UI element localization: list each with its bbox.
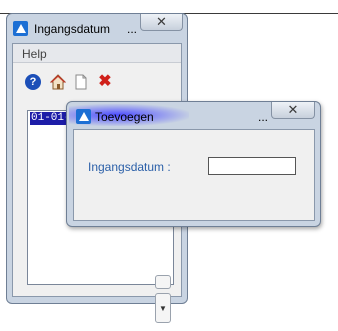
new-document-icon[interactable]	[73, 74, 89, 90]
menu-bar: Help	[13, 44, 181, 63]
toevoegen-dialog: Toevoegen ... ✕ Ingangsdatum :	[66, 101, 321, 227]
dialog-title: Toevoegen	[95, 110, 154, 124]
scroll-down-button[interactable]: ▼	[155, 293, 171, 323]
scroll-thumb[interactable]	[155, 275, 171, 289]
close-button[interactable]: ✕	[140, 14, 183, 31]
home-icon[interactable]	[50, 74, 66, 90]
app-icon	[13, 21, 28, 36]
delete-icon[interactable]: ✖	[97, 74, 113, 90]
title-overflow: ...	[258, 110, 269, 124]
menu-help[interactable]: Help	[22, 47, 47, 61]
ingangsdatum-label: Ingangsdatum :	[88, 160, 171, 174]
app-icon	[76, 109, 91, 124]
title-overflow: ...	[127, 22, 138, 36]
help-icon[interactable]: ?	[25, 74, 41, 90]
close-button[interactable]: ✕	[271, 102, 315, 119]
close-icon: ✕	[156, 14, 167, 29]
close-icon: ✕	[287, 102, 299, 117]
scroll-down-icon: ▼	[159, 304, 167, 313]
dialog-panel: Ingangsdatum :	[73, 129, 315, 221]
window-title: Ingangsdatum	[34, 22, 111, 36]
ingangsdatum-input[interactable]	[208, 157, 296, 175]
